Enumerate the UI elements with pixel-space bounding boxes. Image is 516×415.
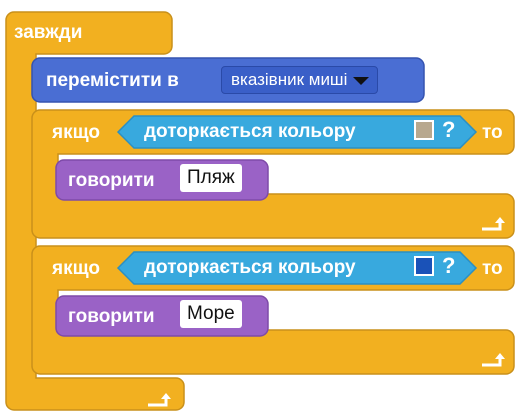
color-swatch-1[interactable] bbox=[414, 120, 434, 140]
forever-label: завжди bbox=[14, 22, 83, 43]
if-label-2: якщо bbox=[52, 258, 100, 279]
then-label-1: то bbox=[482, 122, 503, 143]
move-target-dropdown[interactable]: вказівник миші bbox=[221, 66, 379, 94]
question-mark-2: ? bbox=[442, 253, 456, 278]
say-text-field-2[interactable]: Море bbox=[180, 300, 242, 328]
script-canvas bbox=[5, 11, 515, 411]
then-label-2: то bbox=[482, 258, 503, 279]
loop-arrow-icon bbox=[482, 217, 505, 231]
question-mark-1: ? bbox=[442, 117, 456, 142]
move-label: перемістити в bbox=[46, 70, 179, 91]
condition-label-1: доторкається кольору bbox=[144, 121, 356, 142]
color-swatch-2[interactable] bbox=[414, 256, 434, 276]
say-label-1: говорити bbox=[68, 170, 155, 191]
loop-arrow-icon bbox=[148, 393, 171, 407]
if-label-1: якщо bbox=[52, 122, 100, 143]
say-text-field-1[interactable]: Пляж bbox=[180, 164, 242, 192]
loop-arrow-icon bbox=[482, 353, 505, 367]
dropdown-arrow-icon bbox=[353, 77, 370, 85]
condition-label-2: доторкається кольору bbox=[144, 257, 356, 278]
say-label-2: говорити bbox=[68, 306, 155, 327]
